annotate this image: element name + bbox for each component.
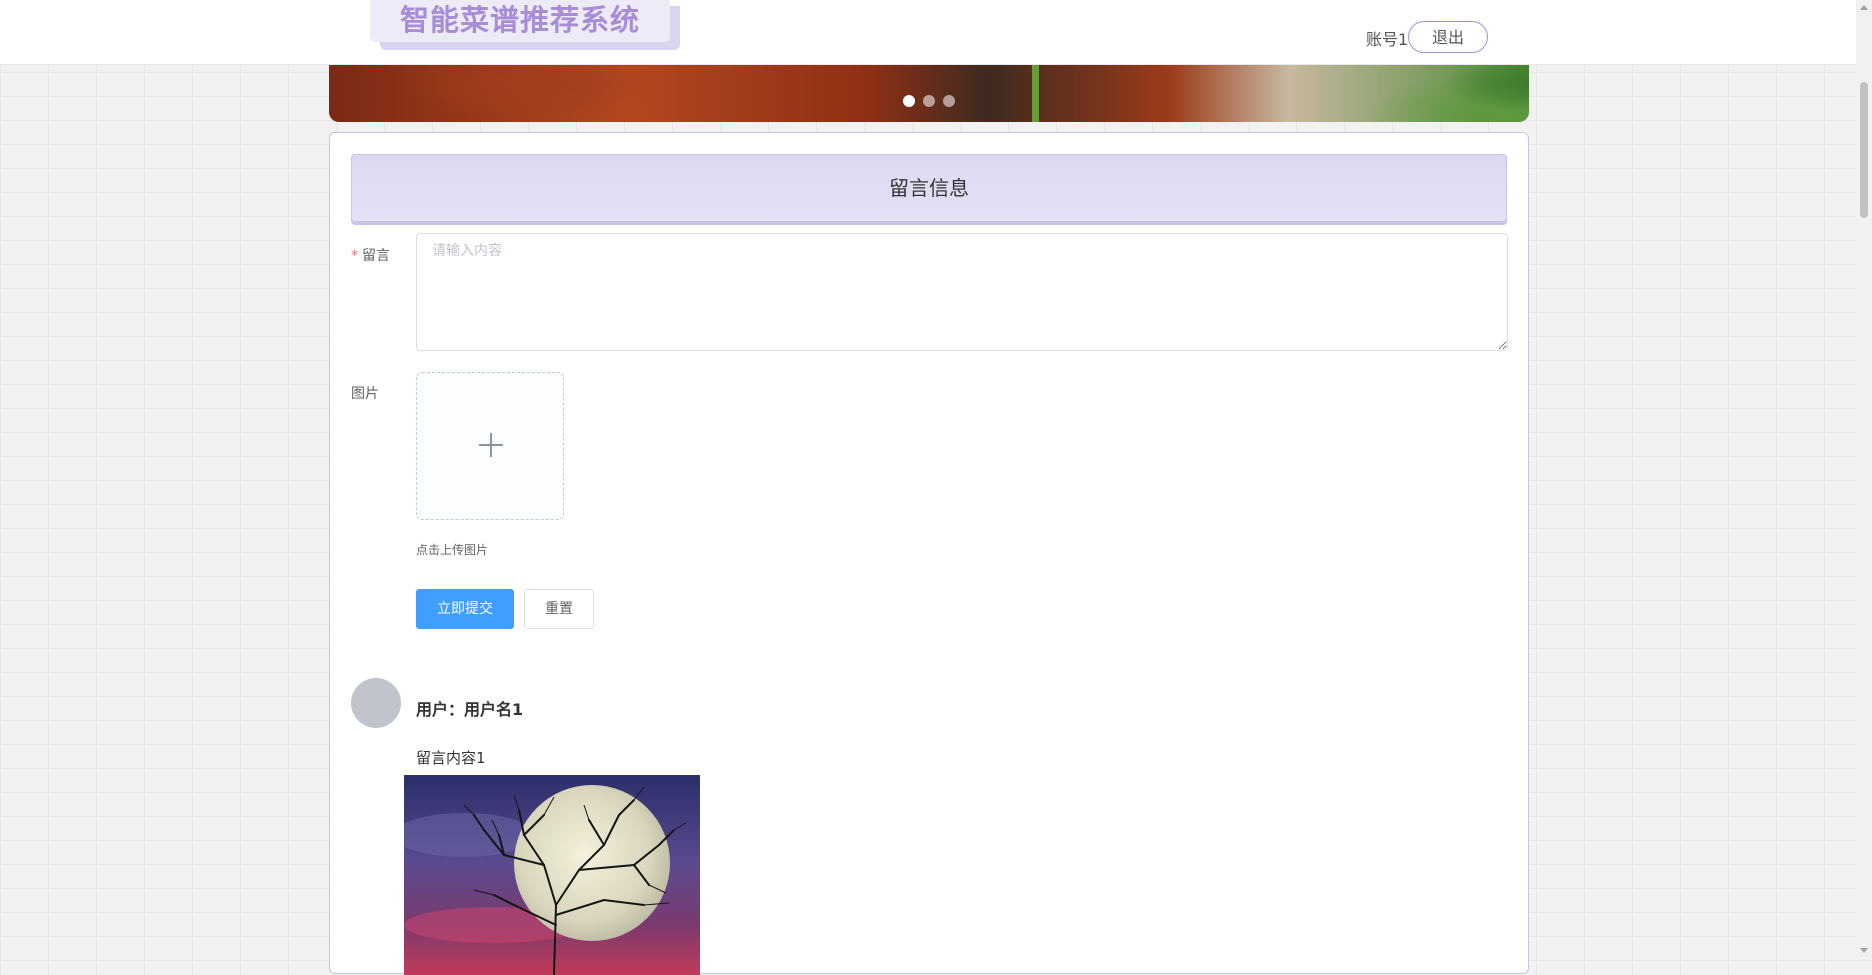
account-name: 账号1 xyxy=(1366,30,1409,49)
carousel-dot-3[interactable] xyxy=(943,95,955,107)
carousel-dot-2[interactable] xyxy=(923,95,935,107)
message-card: 留言信息 *留言 图片 点击上传图片 立即提交 重置 用户：用户名1 留言内容1 xyxy=(329,132,1529,975)
carousel-dot-1[interactable] xyxy=(903,95,915,107)
avatar xyxy=(351,678,401,728)
logout-button[interactable]: 退出 xyxy=(1408,21,1488,53)
comment-image xyxy=(404,775,700,975)
carousel-indicators xyxy=(329,94,1529,112)
scroll-up-icon[interactable] xyxy=(1860,5,1868,10)
image-uploader[interactable] xyxy=(416,372,564,520)
required-mark: * xyxy=(351,248,358,264)
top-bar: 智能菜谱推荐系统 账号1 退出 xyxy=(0,0,1856,65)
message-label-text: 留言 xyxy=(362,248,390,264)
submit-button[interactable]: 立即提交 xyxy=(416,589,514,629)
reset-button[interactable]: 重置 xyxy=(524,589,594,629)
banner-carousel[interactable] xyxy=(329,64,1529,122)
banner-image-detail xyxy=(1032,64,1039,122)
scroll-thumb[interactable] xyxy=(1860,82,1868,218)
message-textarea[interactable] xyxy=(416,233,1508,351)
page-scrollbar[interactable] xyxy=(1856,0,1872,958)
section-title: 留言信息 xyxy=(351,154,1507,222)
comment-user: 用户：用户名1 xyxy=(416,700,524,719)
plus-icon xyxy=(479,433,503,457)
logo: 智能菜谱推荐系统 xyxy=(370,0,680,50)
message-label: * 留言 xyxy=(351,245,390,265)
site-title: 智能菜谱推荐系统 xyxy=(370,0,670,42)
moon-tree-photo xyxy=(404,775,700,975)
image-label: 图片 xyxy=(351,386,379,402)
upload-tip: 点击上传图片 xyxy=(416,543,489,557)
comment-content: 留言内容1 xyxy=(416,749,486,767)
scroll-down-icon[interactable] xyxy=(1860,948,1868,953)
